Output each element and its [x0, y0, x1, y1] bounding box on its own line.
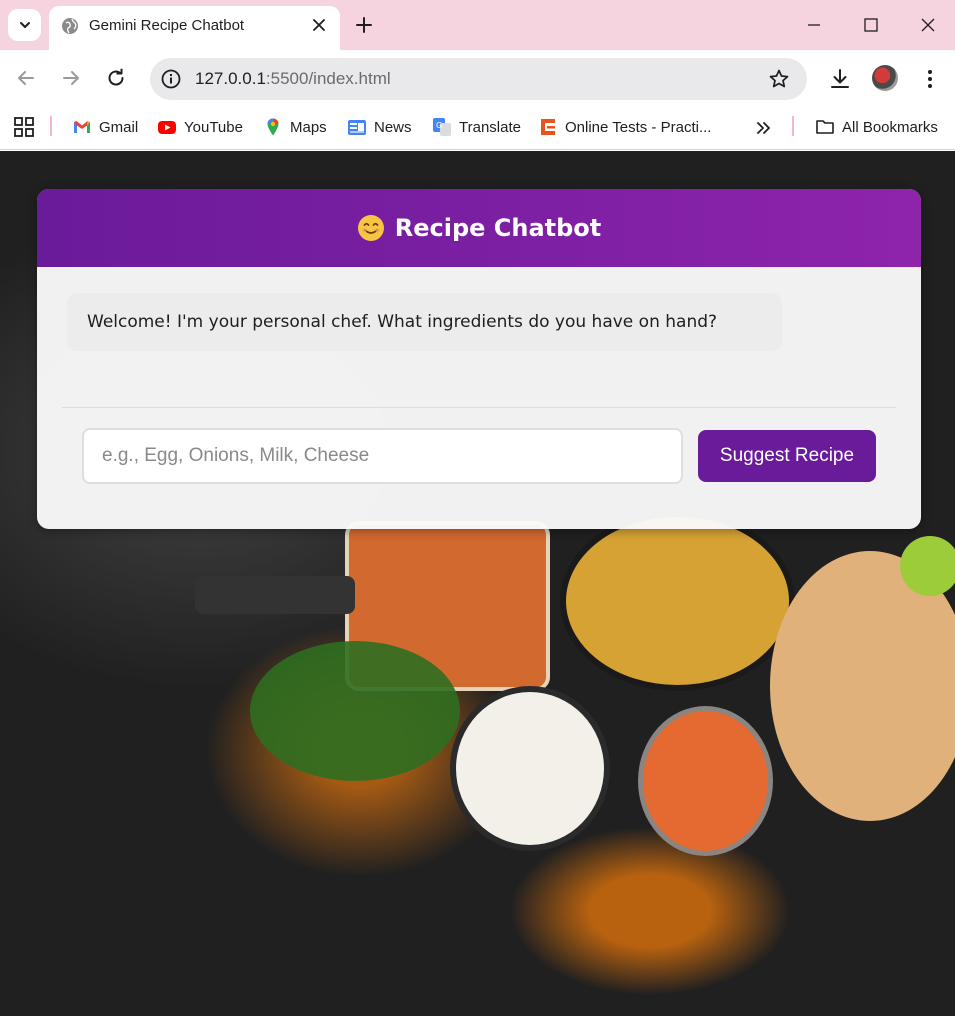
bot-message: Welcome! I'm your personal chef. What in…	[67, 293, 782, 351]
ingredients-input[interactable]	[82, 428, 683, 484]
close-tab-icon[interactable]	[311, 17, 327, 33]
apps-grid-icon[interactable]	[13, 116, 35, 138]
minimize-icon[interactable]	[803, 14, 825, 36]
bookmarks-bar: Gmail YouTube Maps News G Translate Onli…	[0, 106, 955, 150]
new-tab-icon[interactable]	[353, 14, 375, 36]
bookmark-translate[interactable]: G Translate	[432, 116, 521, 138]
folder-icon	[816, 120, 834, 134]
back-icon[interactable]	[14, 66, 38, 90]
background-herbs	[250, 641, 460, 781]
maps-icon	[267, 118, 279, 136]
maximize-icon[interactable]	[860, 14, 882, 36]
bookmark-star-icon[interactable]	[767, 67, 791, 91]
bookmark-label: Gmail	[99, 118, 139, 136]
site-info-icon[interactable]	[159, 67, 183, 91]
news-icon	[348, 120, 366, 135]
globe-icon	[62, 18, 78, 34]
suggest-recipe-button[interactable]: Suggest Recipe	[698, 430, 876, 482]
bookmark-label: Online Tests - Practi...	[565, 118, 712, 136]
bookmarks-separator	[792, 116, 794, 136]
browser-toolbar: 127.0.0.1:5500/index.html	[0, 50, 955, 106]
chat-messages: Welcome! I'm your personal chef. What in…	[37, 267, 921, 407]
url-path: :5500/index.html	[265, 69, 391, 88]
url-host: 127.0.0.1	[195, 69, 266, 88]
tab-search-button[interactable]	[8, 9, 41, 41]
more-menu-icon[interactable]	[918, 67, 942, 91]
download-icon[interactable]	[828, 67, 852, 91]
tab-title: Gemini Recipe Chatbot	[89, 17, 245, 34]
bookmark-label: News	[374, 118, 412, 136]
close-window-icon[interactable]	[917, 14, 939, 36]
bookmark-online-tests[interactable]: Online Tests - Practi...	[538, 116, 711, 138]
bookmark-news[interactable]: News	[347, 116, 412, 138]
youtube-icon	[158, 121, 176, 134]
background-rice-bowl	[560, 511, 795, 691]
chat-container: Recipe Chatbot Welcome! I'm your persona…	[37, 189, 921, 529]
background-pan-handle	[195, 576, 355, 614]
background-lime	[900, 536, 955, 596]
background-rice-bowl	[450, 686, 610, 851]
bookmark-label: Translate	[459, 118, 521, 136]
chevron-down-icon	[19, 22, 30, 28]
forward-icon[interactable]	[59, 66, 83, 90]
online-tests-icon	[541, 119, 555, 135]
gmail-icon	[74, 121, 90, 133]
background-sauce-bowl	[638, 706, 773, 856]
bookmark-gmail[interactable]: Gmail	[72, 116, 138, 138]
more-bookmarks-icon[interactable]	[755, 119, 773, 137]
chat-header: Recipe Chatbot	[37, 189, 921, 267]
bookmark-label: YouTube	[184, 118, 243, 136]
url-text: 127.0.0.1:5500/index.html	[195, 69, 391, 89]
chat-divider	[62, 407, 896, 408]
reload-icon[interactable]	[104, 66, 128, 90]
address-bar[interactable]: 127.0.0.1:5500/index.html	[150, 58, 807, 100]
all-bookmarks-label: All Bookmarks	[842, 118, 938, 136]
chat-title: Recipe Chatbot	[394, 214, 602, 242]
bookmark-label: Maps	[290, 118, 327, 136]
translate-icon: G	[433, 118, 451, 136]
profile-avatar[interactable]	[872, 65, 898, 91]
all-bookmarks-button[interactable]: All Bookmarks	[815, 116, 938, 138]
page-viewport: Recipe Chatbot Welcome! I'm your persona…	[0, 151, 955, 1016]
tab-strip: Gemini Recipe Chatbot	[0, 0, 955, 50]
smiling-face-icon	[357, 215, 384, 241]
bookmark-youtube[interactable]: YouTube	[157, 116, 243, 138]
active-tab[interactable]: Gemini Recipe Chatbot	[49, 6, 340, 50]
svg-text:G: G	[436, 121, 442, 130]
bookmark-maps[interactable]: Maps	[263, 116, 327, 138]
bookmarks-separator	[50, 116, 52, 136]
